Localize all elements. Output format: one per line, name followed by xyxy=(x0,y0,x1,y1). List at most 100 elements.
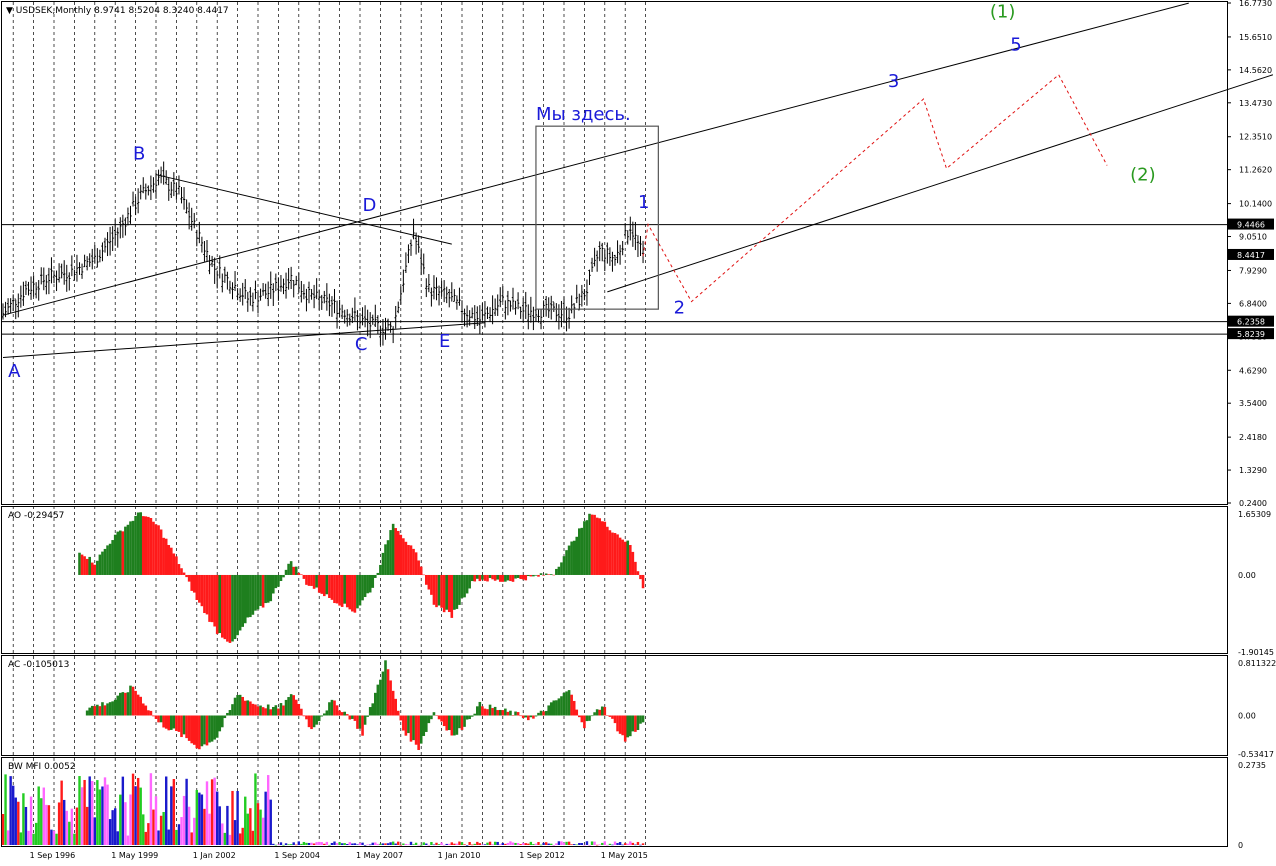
mfi-bar xyxy=(516,843,520,845)
price-axis: 16.7730 15.6510 14.5620 13.4730 12.3510 11.26… xyxy=(1227,0,1276,850)
mfi-bar xyxy=(440,842,443,845)
histogram-bar xyxy=(491,574,494,580)
histogram-bar xyxy=(256,706,260,716)
mfi-bar xyxy=(6,830,10,845)
histogram-bar xyxy=(432,712,436,716)
chart-canvas[interactable]: ABCDE1235(1)(2)Мы здесь. 16.773015.65101… xyxy=(0,0,1276,866)
histogram-bar xyxy=(629,544,632,575)
histogram-bar xyxy=(149,710,153,716)
wave-label: Мы здесь. xyxy=(536,104,631,125)
histogram-bar xyxy=(185,715,188,739)
histogram-bar xyxy=(205,574,209,615)
histogram-bar xyxy=(606,715,609,716)
mfi-bar xyxy=(126,835,130,845)
mfi-bar xyxy=(343,843,346,845)
histogram-bar xyxy=(570,541,573,575)
mfi-bar xyxy=(17,801,20,845)
histogram-bar xyxy=(274,574,278,589)
histogram-bar xyxy=(317,715,321,722)
histogram-bar xyxy=(80,554,84,575)
histogram-bar xyxy=(302,574,306,579)
mfi-bar xyxy=(639,844,642,846)
mfi-bar xyxy=(119,794,122,845)
mfi-bar xyxy=(24,806,28,845)
histogram-bar xyxy=(129,685,132,716)
histogram-bar xyxy=(407,715,410,734)
histogram-bar xyxy=(608,530,612,575)
histogram-bar xyxy=(453,715,456,736)
histogram-bar xyxy=(88,556,91,575)
y-tick-label: 6.8400 xyxy=(1239,299,1267,308)
histogram-bar xyxy=(618,537,622,575)
histogram-bar xyxy=(351,574,354,612)
histogram-bar xyxy=(343,574,346,604)
y-tick-label: -1.90145 xyxy=(1238,648,1274,657)
histogram-bar xyxy=(600,521,604,575)
histogram-bar xyxy=(389,530,392,575)
mfi-bar xyxy=(264,791,267,845)
histogram-bar xyxy=(379,679,382,716)
x-tick-label: 1 Sep 1996 xyxy=(30,851,76,860)
y-tick-label: 15.6510 xyxy=(1239,33,1272,42)
mfi-bar xyxy=(65,810,68,845)
y-tick-label: 0.2400 xyxy=(1239,499,1267,508)
histogram-bar xyxy=(496,574,499,580)
histogram-bar xyxy=(511,574,515,582)
mfi-bar xyxy=(463,844,466,845)
y-tick-label: 0.00 xyxy=(1238,571,1256,580)
mfi-bar xyxy=(448,843,451,845)
histogram-bar xyxy=(404,541,408,575)
histogram-bar xyxy=(391,523,395,575)
histogram-bar xyxy=(532,715,535,719)
histogram-bar xyxy=(565,691,568,716)
histogram-bar xyxy=(572,540,576,575)
mfi-bar xyxy=(297,841,300,845)
mfi-bar xyxy=(246,813,249,845)
histogram-bar xyxy=(305,574,308,585)
mfi-bar xyxy=(445,843,448,845)
wave-label: 5 xyxy=(1010,35,1021,56)
mfi-bar xyxy=(111,810,114,845)
y-tick-label: 16.7730 xyxy=(1239,0,1272,8)
histogram-bar xyxy=(412,715,415,741)
mfi-bar xyxy=(601,842,604,845)
mfi-bar xyxy=(476,841,479,845)
histogram-bar xyxy=(254,574,257,611)
mfi-bar xyxy=(256,803,260,845)
histogram-bar xyxy=(144,516,148,575)
histogram-bar xyxy=(210,574,214,623)
mfi-bar xyxy=(226,805,229,845)
histogram-bar xyxy=(330,574,334,600)
histogram-bar xyxy=(187,715,191,741)
histogram-bar xyxy=(228,710,232,716)
histogram-bar xyxy=(606,526,609,575)
mfi-bar xyxy=(37,786,40,845)
histogram-bar xyxy=(636,571,640,575)
mfi-bar xyxy=(376,843,380,845)
histogram-bar xyxy=(356,574,359,609)
histogram-bar xyxy=(302,715,306,717)
mfi-bar xyxy=(335,843,339,845)
histogram-bar xyxy=(567,545,571,575)
mfi-bar xyxy=(14,797,17,845)
ohlc-readout: 8.9741 8.5204 8.3240 8.4417 xyxy=(94,6,229,16)
mfi-bar xyxy=(544,842,548,845)
mfi-bar xyxy=(539,844,543,846)
histogram-bar xyxy=(442,715,446,727)
histogram-bar xyxy=(266,574,270,603)
histogram-bar xyxy=(527,715,530,721)
mfi-bar xyxy=(453,843,456,845)
mfi-bar xyxy=(552,844,555,846)
histogram-bar xyxy=(621,539,624,575)
histogram-bar xyxy=(159,529,163,575)
histogram-bar xyxy=(427,574,431,590)
y-tick-label: 14.5620 xyxy=(1239,66,1272,75)
histogram-bar xyxy=(544,710,548,716)
mfi-bar xyxy=(251,830,255,845)
mfi-bar xyxy=(1,814,5,845)
mfi-bar xyxy=(442,844,446,846)
histogram-bar xyxy=(103,548,107,575)
histogram-bar xyxy=(338,574,341,606)
mfi-bar xyxy=(106,784,109,845)
mfi-bar xyxy=(621,844,624,846)
